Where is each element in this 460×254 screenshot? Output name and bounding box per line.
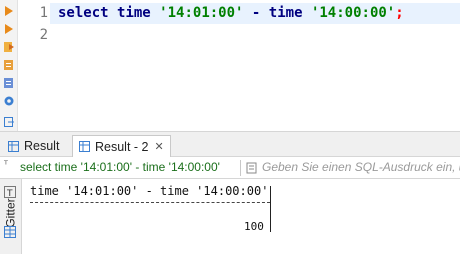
string-literal: '14:00:00' (310, 5, 396, 21)
execute-statement-icon[interactable] (2, 22, 16, 36)
keyword-time: time (268, 5, 303, 21)
result-separator-line (30, 202, 270, 203)
line-number: 2 (39, 27, 48, 43)
tab-result-2-label: Result - 2 (95, 139, 149, 154)
semicolon: ; (395, 5, 404, 21)
export-icon[interactable] (2, 115, 16, 129)
close-tab-icon[interactable]: ✕ (155, 140, 164, 153)
result-value: 100 (244, 220, 264, 233)
tab-result-label: Result (24, 139, 60, 153)
filter-bar: ᵀ select time '14:01:00' - time '14:00:0… (0, 157, 460, 179)
keyword-time: time (117, 5, 151, 21)
keyword-select: select (58, 5, 109, 21)
result-tab-bar: Result Result - 2 ✕ (0, 131, 460, 157)
result-side-panel: T Gitter (0, 179, 22, 254)
grid-view-icon[interactable] (4, 223, 16, 242)
svg-text:T: T (6, 189, 13, 198)
tab-result[interactable]: Result (2, 135, 65, 157)
line-number: 1 (39, 5, 48, 21)
execute-script-icon[interactable] (2, 40, 16, 54)
sql-filter-icon: ᵀ (4, 160, 8, 171)
grid-icon (79, 141, 90, 152)
filter-input[interactable]: Geben Sie einen SQL-Ausdruck ein, um die… (262, 160, 460, 174)
filter-input-icon (246, 160, 258, 179)
grid-icon (8, 140, 19, 152)
string-literal: '14:01:00' (159, 5, 244, 21)
load-plan-icon[interactable] (2, 76, 16, 90)
filter-query-text[interactable]: select time '14:01:00' - time '14:00:00' (20, 160, 220, 174)
line-number-gutter: 1 2 (18, 0, 50, 131)
text-cursor (270, 186, 271, 232)
minus-operator: - (251, 5, 261, 21)
editor-toolbar (0, 0, 18, 131)
sql-editor-line[interactable]: select time '14:01:00' - time '14:00:00'… (58, 5, 404, 21)
execute-icon[interactable] (2, 4, 16, 18)
filter-divider (240, 160, 241, 176)
settings-gear-icon[interactable] (2, 94, 16, 108)
explain-plan-icon[interactable] (2, 58, 16, 72)
tab-result-2[interactable]: Result - 2 ✕ (72, 135, 171, 157)
result-column-header: time '14:01:00' - time '14:00:00' (30, 184, 269, 198)
